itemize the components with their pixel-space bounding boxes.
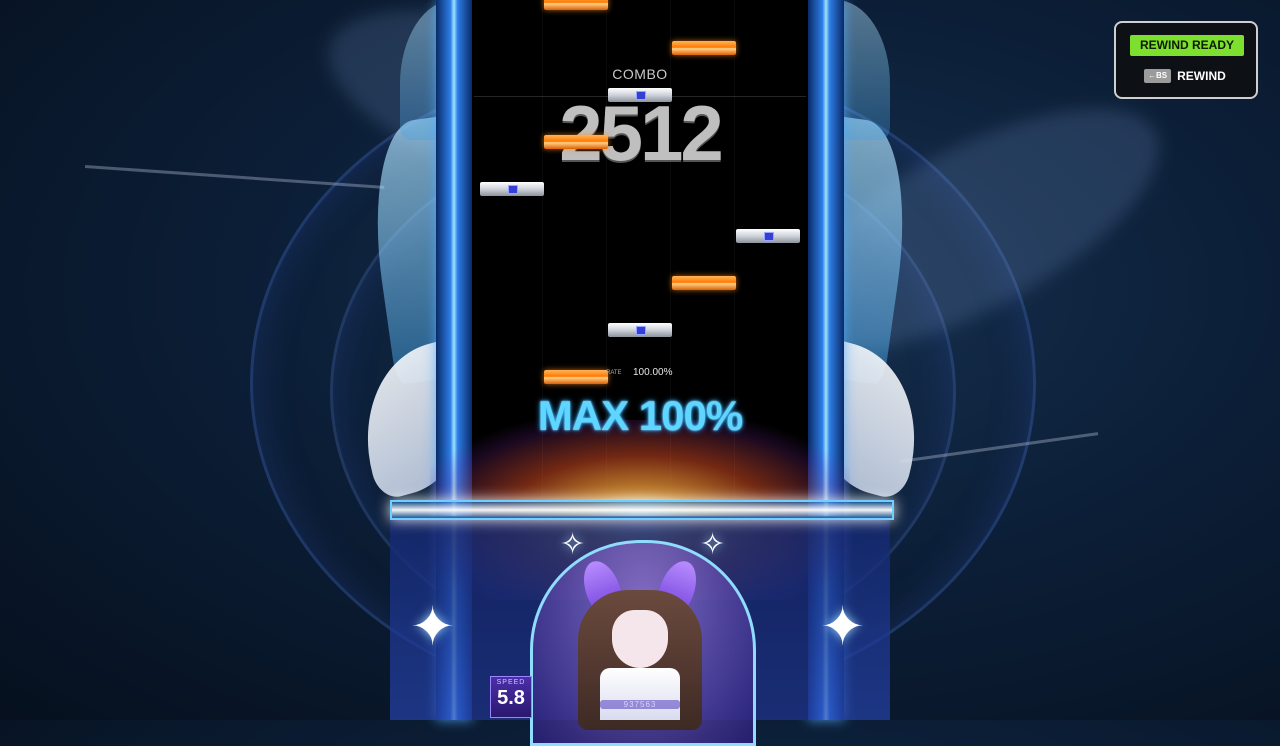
speed-value: 5.8 [497,687,525,709]
speed-label: SPEED [496,679,526,686]
rate-value: 100.00% [633,367,673,378]
score-display: 937563 [600,700,680,709]
rewind-label: REWIND [1177,69,1226,83]
note-orange [672,276,736,290]
note-orange [544,370,608,384]
note-silver [736,229,800,243]
sparkle-icon: ✦ [410,597,456,657]
note-orange [672,41,736,55]
rate-label: RATE [606,370,622,376]
note-silver [608,323,672,337]
character-face [612,610,668,668]
sparkle-icon: ✧ [560,528,586,561]
note-silver [608,88,672,102]
sparkle-icon: ✧ [700,528,726,561]
note-silver [480,182,544,196]
backspace-key-icon: ←BS [1144,69,1172,83]
judgement-text: MAX 100% [537,392,743,439]
rewind-button[interactable]: ←BS REWIND [1144,68,1226,84]
judgement-line [390,500,894,520]
note-orange [544,0,608,10]
sparkle-icon: ✦ [820,597,866,657]
character-dress [600,668,680,720]
speed-indicator: SPEED 5.8 [490,676,532,718]
rewind-panel: REWIND READY ←BS REWIND [1114,21,1258,99]
combo-label: COMBO [612,66,668,82]
note-orange [544,135,608,149]
rewind-ready-badge: REWIND READY [1130,35,1244,56]
